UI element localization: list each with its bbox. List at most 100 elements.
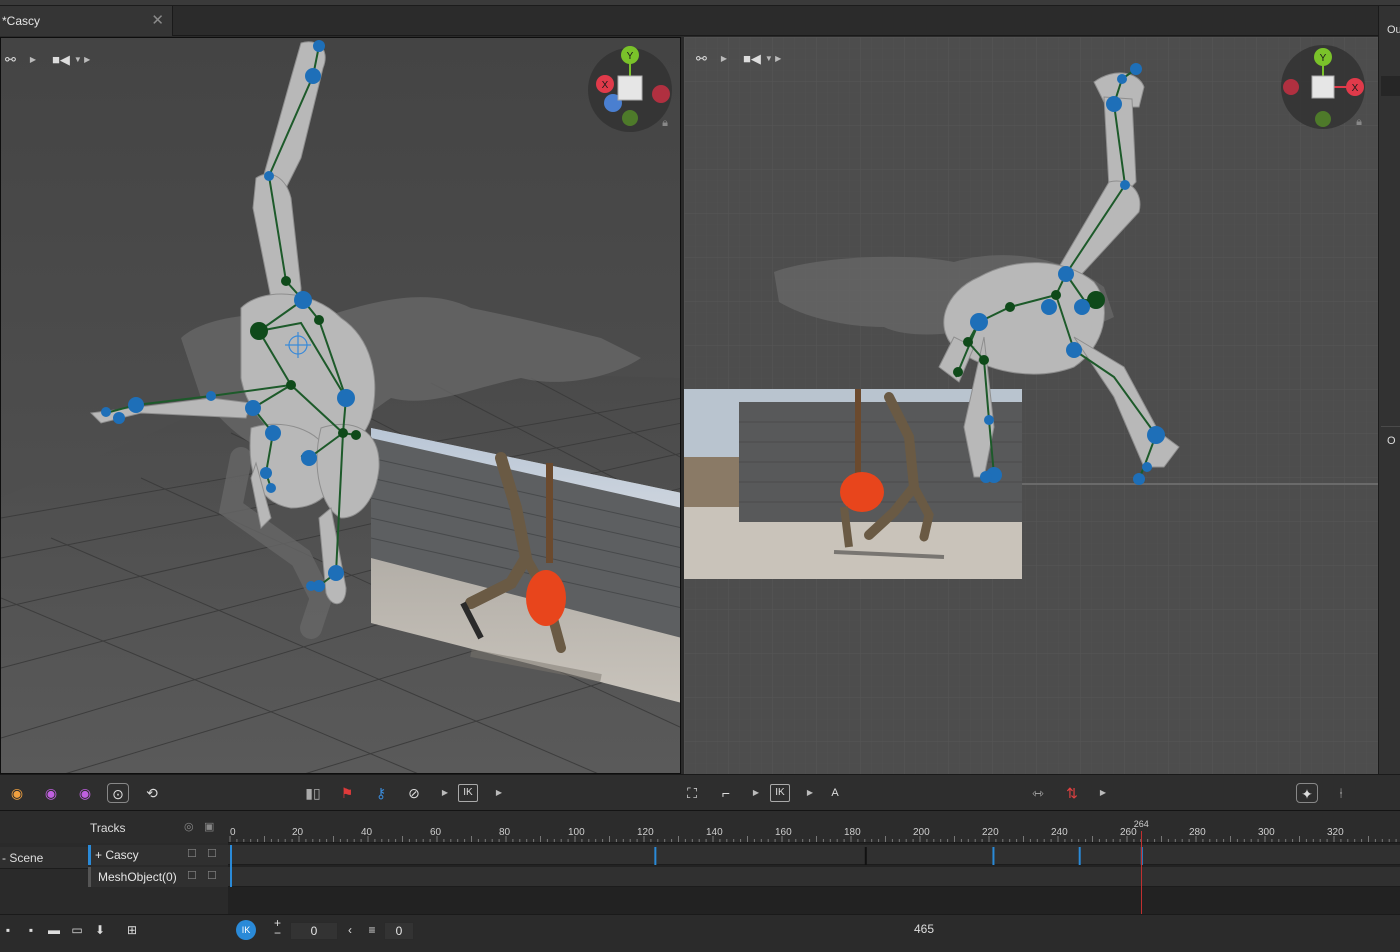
frame-stepper-icon[interactable]: + −: [274, 917, 281, 939]
ik-mode-button[interactable]: IK: [770, 784, 790, 802]
list-icon[interactable]: ≡: [364, 923, 380, 937]
close-icon[interactable]: ✕: [151, 11, 164, 29]
track-lock-checkbox[interactable]: ☐: [207, 847, 217, 860]
scene-column: - Scene: [0, 843, 88, 915]
ik-menu-arrow[interactable]: ▶: [488, 783, 510, 803]
ruler-label: 160: [775, 827, 792, 838]
tools-menu-arrow[interactable]: ▶: [434, 783, 456, 803]
lock-icon[interactable]: ▣: [204, 820, 214, 833]
ik-mode-menu-arrow[interactable]: ▶: [799, 783, 821, 803]
camera-menu-arrow[interactable]: ▼ ▶: [74, 50, 90, 70]
settings-grid-icon[interactable]: ⊞: [124, 923, 140, 937]
track-lock-checkbox[interactable]: ☐: [207, 869, 217, 882]
list-field[interactable]: 0: [384, 922, 414, 940]
skeleton-menu-arrow[interactable]: ▶: [721, 49, 727, 69]
track-row[interactable]: + Cascy ☐ ☐: [88, 845, 228, 865]
perspective-viewport[interactable]: Y X 🔒︎ ⚯ ▶ ■◀ ▼ ▶: [0, 37, 681, 774]
animation-toolbar: ◉ ◉ ◉ ⊙ ⟲ ▮▯ ⚑ ⚷ ⊘ ▶ IK ▶ ⛶ ⌐ ▶ IK ▶ A ⇿…: [0, 774, 1400, 810]
track-row[interactable]: MeshObject(0) ☐ ☐: [88, 867, 228, 887]
track-name: + Cascy: [95, 848, 139, 862]
panel-divider: [1381, 426, 1400, 427]
ruler-label: 220: [982, 827, 999, 838]
lock-icon[interactable]: 🔒︎: [662, 116, 668, 129]
track-names-column: + Cascy ☐ ☐ MeshObject(0) ☐ ☐: [88, 843, 228, 915]
status-bar: ▪ ▪ ▬ ▭ ⬇ ⊞ IK + − 0 ‹ ≡ 0 465: [0, 914, 1400, 952]
camera-menu-arrow[interactable]: ▼ ▶: [765, 49, 781, 69]
right-dock-panel: Ou O: [1378, 6, 1400, 774]
ruler-label: 320: [1327, 827, 1344, 838]
magic-pose-icon[interactable]: ✦: [1296, 783, 1318, 803]
move-mode-icon[interactable]: ◉: [40, 783, 62, 803]
ruler-label: 200: [913, 827, 930, 838]
document-tabbar: *Cascy ✕: [0, 6, 1378, 36]
lock-icon[interactable]: 🔒︎: [1356, 115, 1362, 128]
ruler-label: 300: [1258, 827, 1275, 838]
select-mode-icon[interactable]: ◉: [6, 783, 28, 803]
keyframe-marker[interactable]: [230, 845, 232, 887]
step-curve-icon[interactable]: ⌐: [715, 783, 737, 803]
gizmo-x-label-front: X: [1352, 83, 1359, 94]
viewport-toolbar-front: ⚯ ▶ ■◀ ▼ ▶: [696, 49, 781, 69]
ruler-label: 0: [230, 827, 236, 838]
front-viewport[interactable]: Y X 🔒︎ ⚯ ▶ ■◀ ▼ ▶: [684, 37, 1378, 774]
visibility-icon[interactable]: ◎: [184, 820, 194, 833]
snap-menu-arrow[interactable]: ▶: [1092, 783, 1114, 803]
auto-key-button[interactable]: A: [824, 783, 846, 803]
track-name: MeshObject(0): [98, 870, 177, 884]
panel-header: [1381, 76, 1400, 96]
current-frame-label: 264: [1134, 819, 1149, 829]
remove-layer-icon[interactable]: ▬: [46, 923, 62, 937]
tracks-header-label: Tracks: [90, 821, 126, 835]
skeleton-icon[interactable]: ⚯: [696, 49, 707, 69]
camera-icon[interactable]: ■◀: [743, 49, 761, 69]
reset-pose-icon[interactable]: ⟲: [141, 783, 163, 803]
curve-menu-arrow[interactable]: ▶: [745, 783, 767, 803]
disable-icon[interactable]: ⊘: [403, 783, 425, 803]
keyframe-marker[interactable]: [864, 847, 867, 865]
track-visibility-checkbox[interactable]: ☐: [187, 869, 197, 882]
skeleton-icon[interactable]: ⚯: [5, 50, 16, 70]
duplicate-icon[interactable]: ▭: [69, 923, 85, 937]
remove-key-icon[interactable]: ⚷: [370, 783, 392, 803]
chevron-left-icon[interactable]: ‹: [342, 923, 358, 937]
playhead[interactable]: [1140, 831, 1142, 915]
flag-marker-icon[interactable]: ⚑: [336, 783, 358, 803]
keyframe-snap-icon[interactable]: ⇅: [1061, 783, 1083, 803]
scene-label: - Scene: [2, 851, 44, 865]
mirror-pose-icon[interactable]: ▮▯: [302, 783, 324, 803]
document-tab[interactable]: *Cascy ✕: [0, 6, 173, 36]
ruler-label: 60: [430, 827, 442, 838]
track-visibility-checkbox[interactable]: ☐: [187, 847, 197, 860]
document-tab-title: *Cascy: [2, 14, 41, 28]
ik-toggle-button[interactable]: IK: [458, 784, 478, 802]
properties-panel-label: O: [1387, 435, 1396, 447]
view-gizmo-front[interactable]: Y X 🔒︎: [1281, 45, 1365, 129]
gizmo-y-label: Y: [627, 51, 634, 62]
scene-row[interactable]: - Scene: [0, 847, 88, 869]
timeline-ruler[interactable]: 0 20 40 60 80 100 120 140 160 180 200 220 240 260 280 3…: [228, 811, 1400, 843]
ruler-label: 280: [1189, 827, 1206, 838]
outliner-panel-label: Ou: [1387, 24, 1400, 36]
add-layer-icon[interactable]: ▪: [23, 923, 39, 937]
timeline-panel: Tracks ◎ ▣ - Scene + Cascy ☐ ☐ MeshObjec…: [0, 810, 1400, 915]
add-track-icon[interactable]: ▪: [0, 923, 16, 937]
pin-pose-icon[interactable]: ⍿: [1330, 783, 1352, 803]
ruler-label: 120: [637, 827, 654, 838]
ruler-label: 40: [361, 827, 373, 838]
keyframe-marker[interactable]: [992, 847, 995, 865]
ruler-label: 180: [844, 827, 861, 838]
frame-all-icon[interactable]: ⛶: [681, 783, 703, 803]
ik-status-badge[interactable]: IK: [236, 920, 256, 940]
import-icon[interactable]: ⬇: [92, 923, 108, 937]
ruler-label: 20: [292, 827, 304, 838]
keyframe-marker[interactable]: [1078, 847, 1081, 865]
fit-timeline-icon[interactable]: ⇿: [1027, 783, 1049, 803]
keyframe-marker[interactable]: [654, 847, 657, 865]
camera-icon[interactable]: ■◀: [52, 50, 70, 70]
frame-field[interactable]: 0: [290, 922, 338, 940]
rotate-mode-icon[interactable]: ◉: [74, 783, 96, 803]
track-area[interactable]: [228, 843, 1400, 915]
pose-mode-icon[interactable]: ⊙: [107, 783, 129, 803]
viewport-toolbar: ⚯ ▶ ■◀ ▼ ▶: [5, 50, 90, 70]
skeleton-menu-arrow[interactable]: ▶: [30, 50, 36, 70]
